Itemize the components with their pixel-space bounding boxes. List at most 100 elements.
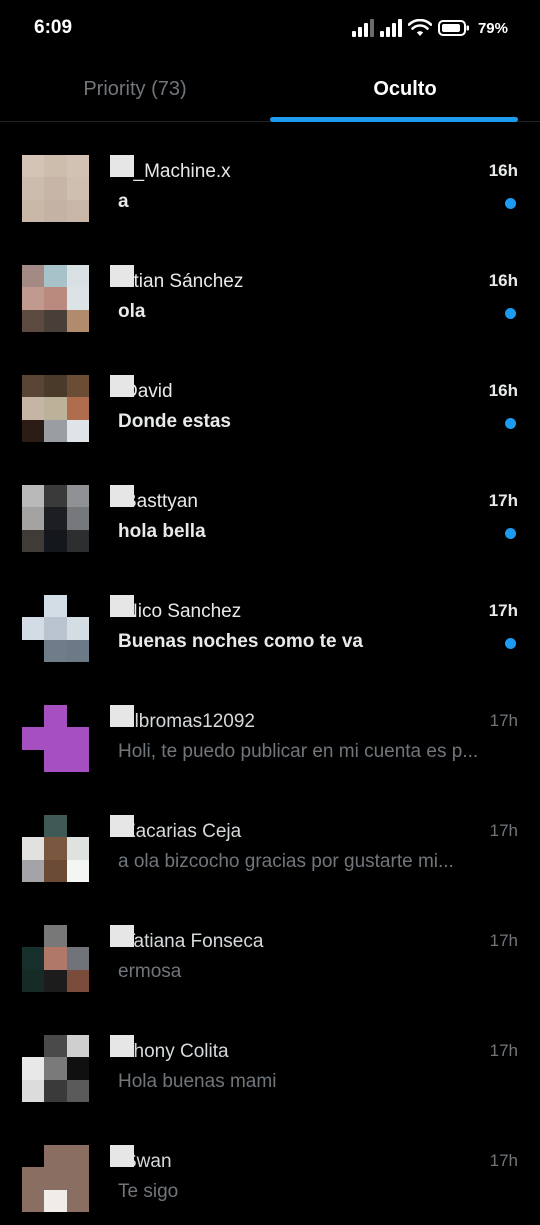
signal-icon bbox=[351, 19, 374, 37]
conversation-name: Basttyan bbox=[124, 491, 198, 512]
avatar-pixel bbox=[66, 837, 89, 860]
avatar-pixel bbox=[66, 265, 89, 288]
avatar[interactable] bbox=[22, 595, 89, 662]
conversation-row[interactable]: Swan 17h Te sigo bbox=[0, 1115, 540, 1225]
avatar[interactable] bbox=[22, 1145, 89, 1212]
avatar-pixel bbox=[44, 617, 67, 640]
avatar[interactable] bbox=[22, 485, 89, 552]
avatar[interactable] bbox=[22, 705, 89, 772]
avatar-pixel bbox=[66, 199, 89, 222]
conversation-row[interactable]: stian Sánchez 16h ola bbox=[0, 235, 540, 345]
avatar-pixel bbox=[44, 595, 67, 618]
avatar[interactable] bbox=[22, 815, 89, 882]
avatar-pixel bbox=[44, 155, 67, 178]
avatar-pixel bbox=[44, 639, 67, 662]
redaction-mask bbox=[110, 925, 134, 947]
avatar-pixel bbox=[22, 925, 45, 948]
unread-dot-icon bbox=[505, 308, 516, 319]
avatar-pixel bbox=[66, 969, 89, 992]
message-preview: Holi, te puedo publicar en mi cuenta es … bbox=[118, 741, 479, 762]
conversation-row[interactable]: elbromas12092 17h Holi, te puedo publicar … bbox=[0, 675, 540, 785]
avatar-pixel bbox=[44, 705, 67, 728]
avatar-pixel bbox=[22, 155, 45, 178]
avatar-pixel bbox=[66, 287, 89, 310]
avatar-pixel bbox=[22, 485, 45, 508]
conversation-name: Swan bbox=[124, 1151, 172, 1172]
avatar-pixel bbox=[66, 639, 89, 662]
conversation-row[interactable]: x_Machine.x 16h a bbox=[0, 125, 540, 235]
conversation-time: 16h bbox=[488, 381, 518, 400]
avatar-pixel bbox=[66, 1079, 89, 1102]
avatar-pixel bbox=[22, 595, 45, 618]
avatar[interactable] bbox=[22, 265, 89, 332]
avatar-pixel bbox=[44, 1167, 67, 1190]
conversation-name: x_Machine.x bbox=[124, 161, 231, 182]
avatar-pixel bbox=[44, 375, 67, 398]
redaction-mask bbox=[110, 1035, 134, 1057]
avatar-pixel bbox=[22, 287, 45, 310]
tab-priority[interactable]: Priority (73) bbox=[0, 56, 270, 122]
redaction-mask bbox=[110, 1145, 134, 1167]
conversation-time: 17h bbox=[489, 821, 518, 840]
conversation-time: 17h bbox=[489, 1151, 518, 1170]
avatar-pixel bbox=[44, 529, 67, 552]
avatar-pixel bbox=[22, 419, 45, 442]
conversation-row[interactable]: Basttyan 17h hola bella bbox=[0, 455, 540, 565]
avatar-pixel bbox=[22, 1189, 45, 1212]
avatar-pixel bbox=[66, 815, 89, 838]
unread-dot-icon bbox=[505, 198, 516, 209]
conversation-row[interactable]: Tatiana Fonseca 17h ermosa bbox=[0, 895, 540, 1005]
avatar-pixel bbox=[44, 859, 67, 882]
redaction-mask bbox=[110, 265, 134, 287]
signal-icon bbox=[379, 19, 402, 37]
avatar-pixel bbox=[44, 815, 67, 838]
conversation-name: stian Sánchez bbox=[124, 271, 244, 292]
message-preview: Hola buenas mami bbox=[118, 1071, 277, 1092]
unread-dot-icon bbox=[505, 528, 516, 539]
conversation-name: Zacarias Ceja bbox=[124, 821, 242, 842]
unread-dot-icon bbox=[505, 418, 516, 429]
message-preview: a ola bizcocho gracias por gustarte mi..… bbox=[118, 851, 454, 872]
avatar-pixel bbox=[66, 419, 89, 442]
avatar-pixel bbox=[66, 309, 89, 332]
avatar[interactable] bbox=[22, 925, 89, 992]
avatar-pixel bbox=[22, 507, 45, 530]
avatar-pixel bbox=[22, 265, 45, 288]
avatar-pixel bbox=[66, 859, 89, 882]
avatar-pixel bbox=[22, 727, 45, 750]
conversation-row[interactable]: Nico Sanchez 17h Buenas noches como te va bbox=[0, 565, 540, 675]
tab-oculto[interactable]: Oculto bbox=[270, 56, 540, 122]
conversation-row[interactable]: David 16h Donde estas bbox=[0, 345, 540, 455]
avatar-pixel bbox=[66, 749, 89, 772]
status-bar: 6:09 79% bbox=[0, 0, 540, 56]
avatar-pixel bbox=[22, 947, 45, 970]
conversation-time: 17h bbox=[488, 601, 518, 620]
avatar-pixel bbox=[66, 1057, 89, 1080]
conversation-time: 16h bbox=[488, 161, 518, 180]
avatar-pixel bbox=[44, 485, 67, 508]
avatar-pixel bbox=[44, 265, 67, 288]
avatar-pixel bbox=[66, 705, 89, 728]
avatar-pixel bbox=[22, 859, 45, 882]
avatar-pixel bbox=[66, 397, 89, 420]
avatar[interactable] bbox=[22, 155, 89, 222]
conversation-list: x_Machine.x 16h a stian Sánchez 16h ola David 1… bbox=[0, 125, 540, 1225]
avatar[interactable] bbox=[22, 375, 89, 442]
avatar-pixel bbox=[22, 199, 45, 222]
avatar-pixel bbox=[66, 529, 89, 552]
redaction-mask bbox=[110, 705, 134, 727]
battery-icon bbox=[437, 20, 469, 36]
avatar-pixel bbox=[22, 1167, 45, 1190]
avatar-pixel bbox=[44, 507, 67, 530]
avatar-pixel bbox=[44, 1057, 67, 1080]
message-preview: hola bella bbox=[118, 521, 206, 542]
status-time: 6:09 bbox=[34, 17, 73, 38]
avatar[interactable] bbox=[22, 1035, 89, 1102]
message-preview: Donde estas bbox=[118, 411, 231, 432]
avatar-pixel bbox=[22, 529, 45, 552]
conversation-row[interactable]: Zacarias Ceja 17h a ola bizcocho gracias p… bbox=[0, 785, 540, 895]
avatar-pixel bbox=[66, 485, 89, 508]
avatar-pixel bbox=[44, 1079, 67, 1102]
conversation-row[interactable]: Jhony Colita 17h Hola buenas mami bbox=[0, 1005, 540, 1115]
avatar-pixel bbox=[44, 177, 67, 200]
